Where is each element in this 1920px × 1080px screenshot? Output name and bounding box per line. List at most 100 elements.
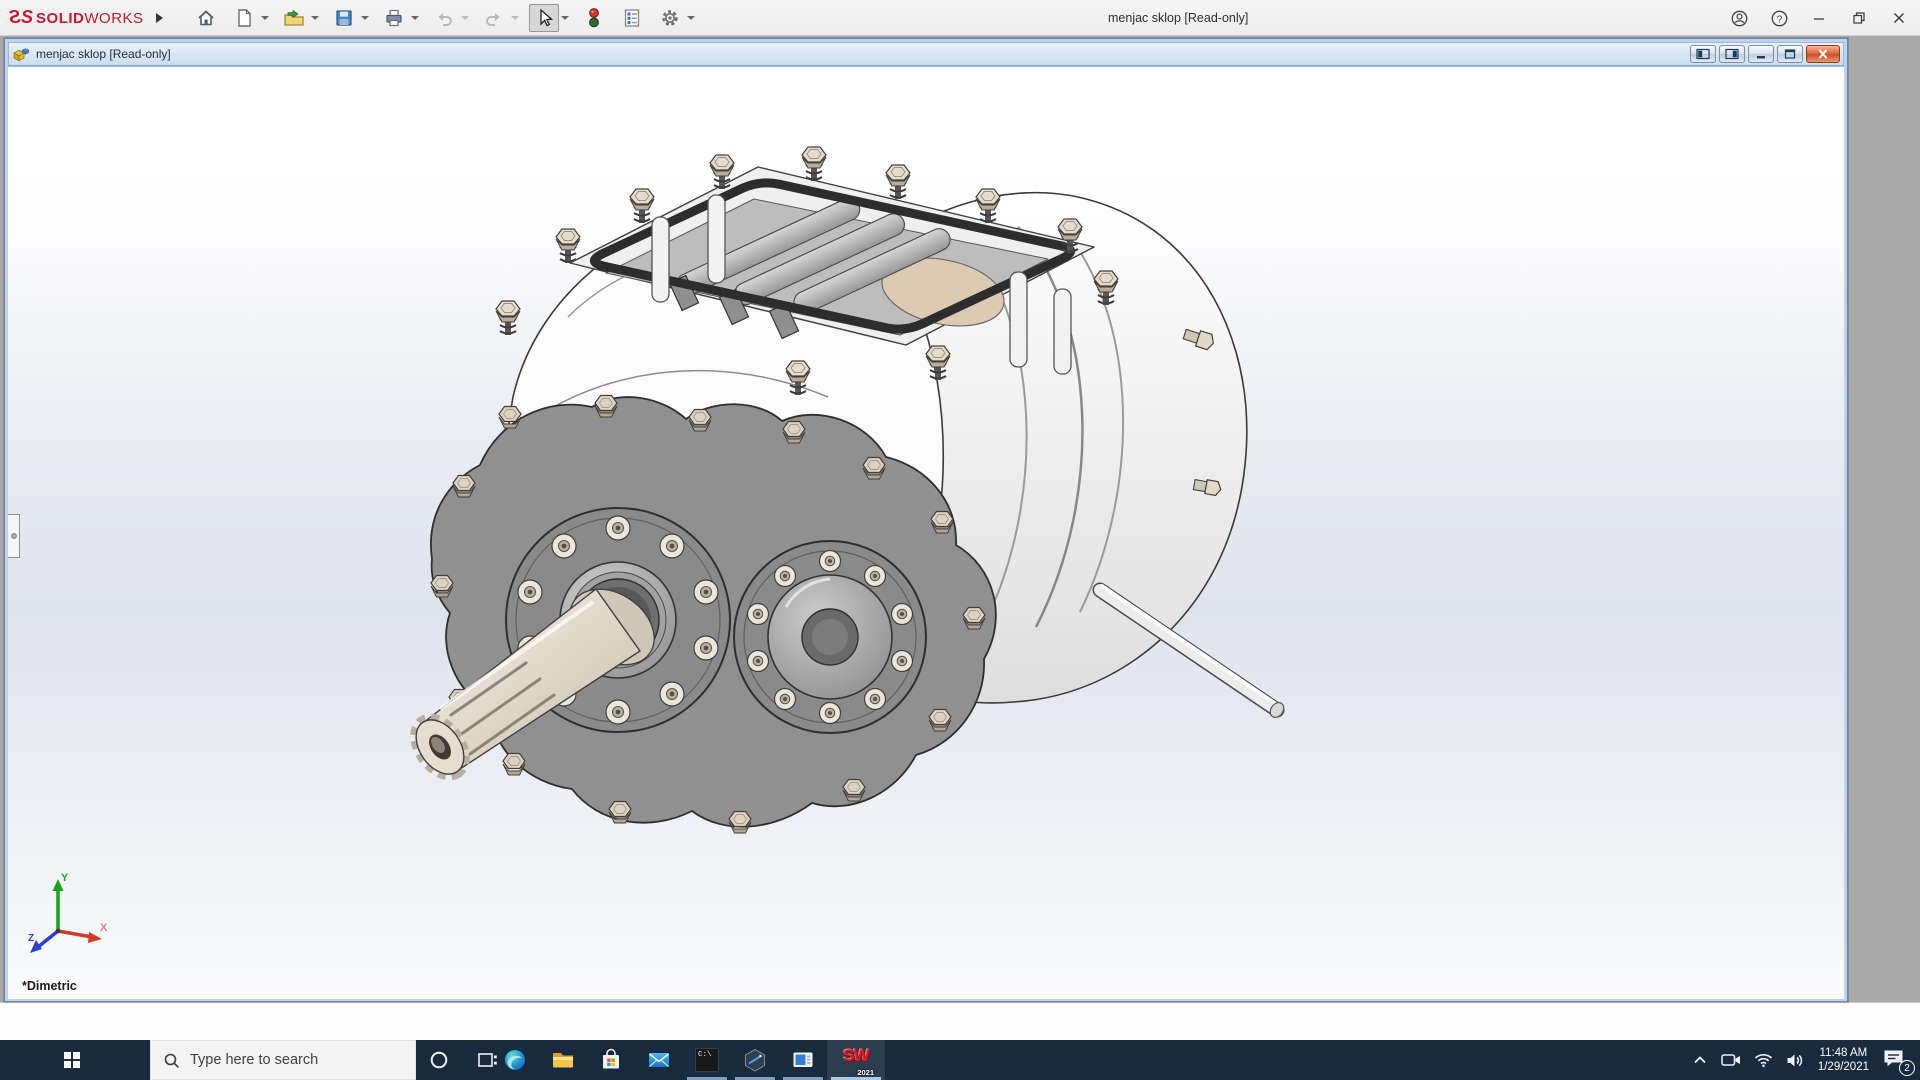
doc-close-button[interactable] xyxy=(1806,45,1840,63)
pane-left-icon xyxy=(1696,48,1710,60)
home-icon xyxy=(197,9,214,25)
undo-icon xyxy=(438,12,452,26)
svg-text:?: ? xyxy=(1776,14,1782,25)
taskbar-app-mail[interactable] xyxy=(635,1040,683,1080)
new-document-button[interactable] xyxy=(229,4,259,32)
redo-icon xyxy=(485,12,500,26)
minimize-button[interactable] xyxy=(1806,5,1832,31)
clock-time: 11:48 AM xyxy=(1819,1047,1868,1059)
windows-logo-icon xyxy=(64,1052,80,1068)
close-icon xyxy=(1894,13,1904,23)
search-icon xyxy=(164,1053,179,1068)
assembly-document-icon xyxy=(13,47,30,61)
undo-dropdown[interactable] xyxy=(459,4,471,32)
help-button[interactable]: ? xyxy=(1766,5,1792,31)
model-output-boss xyxy=(733,540,927,734)
taskbar-search[interactable]: Type here to search xyxy=(150,1040,416,1080)
taskbar-app-store[interactable] xyxy=(587,1040,635,1080)
status-bar xyxy=(0,1002,1920,1040)
select-tool-dropdown[interactable] xyxy=(559,4,571,32)
account-icon xyxy=(1731,10,1747,26)
open-button[interactable] xyxy=(279,4,309,32)
taskbar-app-file-explorer[interactable] xyxy=(539,1040,587,1080)
help-icon: ? xyxy=(1771,10,1787,26)
tab-grip-dot xyxy=(10,533,17,539)
print-icon xyxy=(385,9,402,26)
redo-dropdown[interactable] xyxy=(509,4,521,32)
orientation-triad[interactable]: Y X Z xyxy=(26,871,110,963)
pane-right-button[interactable] xyxy=(1719,45,1745,63)
pane-left-button[interactable] xyxy=(1690,45,1716,63)
action-center-button[interactable]: 2 xyxy=(1882,1048,1915,1076)
gearbox-model[interactable] xyxy=(8,67,1844,999)
cortana-button[interactable] xyxy=(415,1040,463,1080)
taskbar-app-media[interactable] xyxy=(779,1040,827,1080)
doc-restore-button[interactable] xyxy=(1777,45,1803,63)
menu-flyout-arrow[interactable] xyxy=(155,12,163,23)
start-button[interactable] xyxy=(48,1040,96,1080)
app-titlebar: SS SOLIDWORKS menjac sklop [Read-only] ? xyxy=(0,0,1920,36)
wifi-icon[interactable] xyxy=(1754,1052,1773,1068)
taskbar-app-solidworks[interactable]: SW 2021 xyxy=(827,1040,885,1080)
taskbar-app-edge[interactable] xyxy=(491,1040,539,1080)
ds-mark-icon: SS xyxy=(10,7,33,27)
system-tray: 11:48 AM 1/29/2021 2 xyxy=(1692,1040,1920,1080)
mail-icon xyxy=(649,1053,669,1067)
options-dropdown[interactable] xyxy=(685,4,697,32)
media-app-icon xyxy=(793,1052,813,1067)
solidworks-2021-icon: SW 2021 xyxy=(843,1046,874,1077)
view-orientation-label: *Dimetric xyxy=(22,979,77,993)
screen: SS SOLIDWORKS menjac sklop [Read-only] ?… xyxy=(0,0,1920,1080)
doc-restore-icon xyxy=(1784,49,1796,59)
options-button[interactable] xyxy=(655,4,685,32)
select-tool-button[interactable] xyxy=(528,3,559,32)
restore-icon xyxy=(1853,12,1865,24)
undo-button[interactable] xyxy=(429,4,459,32)
document-window: menjac sklop [Read-only] Y X Z *Dimetric xyxy=(4,38,1848,1002)
store-icon xyxy=(603,1048,619,1069)
gear-icon xyxy=(661,9,678,26)
file-properties-icon xyxy=(624,8,639,27)
doc-minimize-icon xyxy=(1757,56,1765,59)
document-window-controls xyxy=(1690,45,1840,63)
volume-icon[interactable] xyxy=(1786,1052,1805,1069)
triad-z-label: Z xyxy=(28,933,34,944)
open-dropdown[interactable] xyxy=(309,4,321,32)
command-prompt-icon: C:\ xyxy=(695,1048,719,1072)
new-document-dropdown[interactable] xyxy=(259,4,271,32)
feature-tree-collapsed-tab[interactable] xyxy=(8,514,20,558)
notification-count-badge: 2 xyxy=(1899,1060,1915,1076)
app-window-controls: ? xyxy=(1726,0,1912,36)
clock-date: 1/29/2021 xyxy=(1817,1061,1869,1073)
save-icon xyxy=(335,9,352,26)
account-button[interactable] xyxy=(1726,5,1752,31)
search-placeholder: Type here to search xyxy=(190,1052,319,1068)
edge-icon xyxy=(505,1050,525,1070)
close-button[interactable] xyxy=(1886,5,1912,31)
pane-right-icon xyxy=(1725,48,1739,60)
doc-minimize-button[interactable] xyxy=(1748,45,1774,63)
minimize-icon xyxy=(1814,18,1824,20)
graphics-viewport[interactable]: Y X Z *Dimetric xyxy=(8,66,1844,999)
file-properties-button[interactable] xyxy=(617,4,647,32)
save-button[interactable] xyxy=(329,4,359,32)
doc-close-icon xyxy=(1818,49,1828,59)
save-dropdown[interactable] xyxy=(359,4,371,32)
rebuild-button[interactable] xyxy=(579,4,609,32)
home-button[interactable] xyxy=(191,4,221,32)
document-titlebar[interactable]: menjac sklop [Read-only] xyxy=(8,42,1844,66)
print-dropdown[interactable] xyxy=(409,4,421,32)
taskbar-app-command-prompt[interactable]: C:\ xyxy=(683,1040,731,1080)
new-document-icon xyxy=(237,8,251,27)
print-button[interactable] xyxy=(379,4,409,32)
restore-button[interactable] xyxy=(1846,5,1872,31)
select-cursor-icon xyxy=(539,8,553,26)
brand-word-light: WORKS xyxy=(84,10,144,27)
hexagon-app-icon xyxy=(745,1048,765,1072)
tray-expand-chevron-icon[interactable] xyxy=(1692,1053,1708,1067)
meet-now-icon[interactable] xyxy=(1721,1052,1741,1068)
redo-button[interactable] xyxy=(479,4,509,32)
taskbar-apps: C:\ SW 2021 xyxy=(491,1040,885,1080)
taskbar-clock[interactable]: 11:48 AM 1/29/2021 xyxy=(1818,1046,1869,1074)
taskbar-app-hexagon[interactable] xyxy=(731,1040,779,1080)
